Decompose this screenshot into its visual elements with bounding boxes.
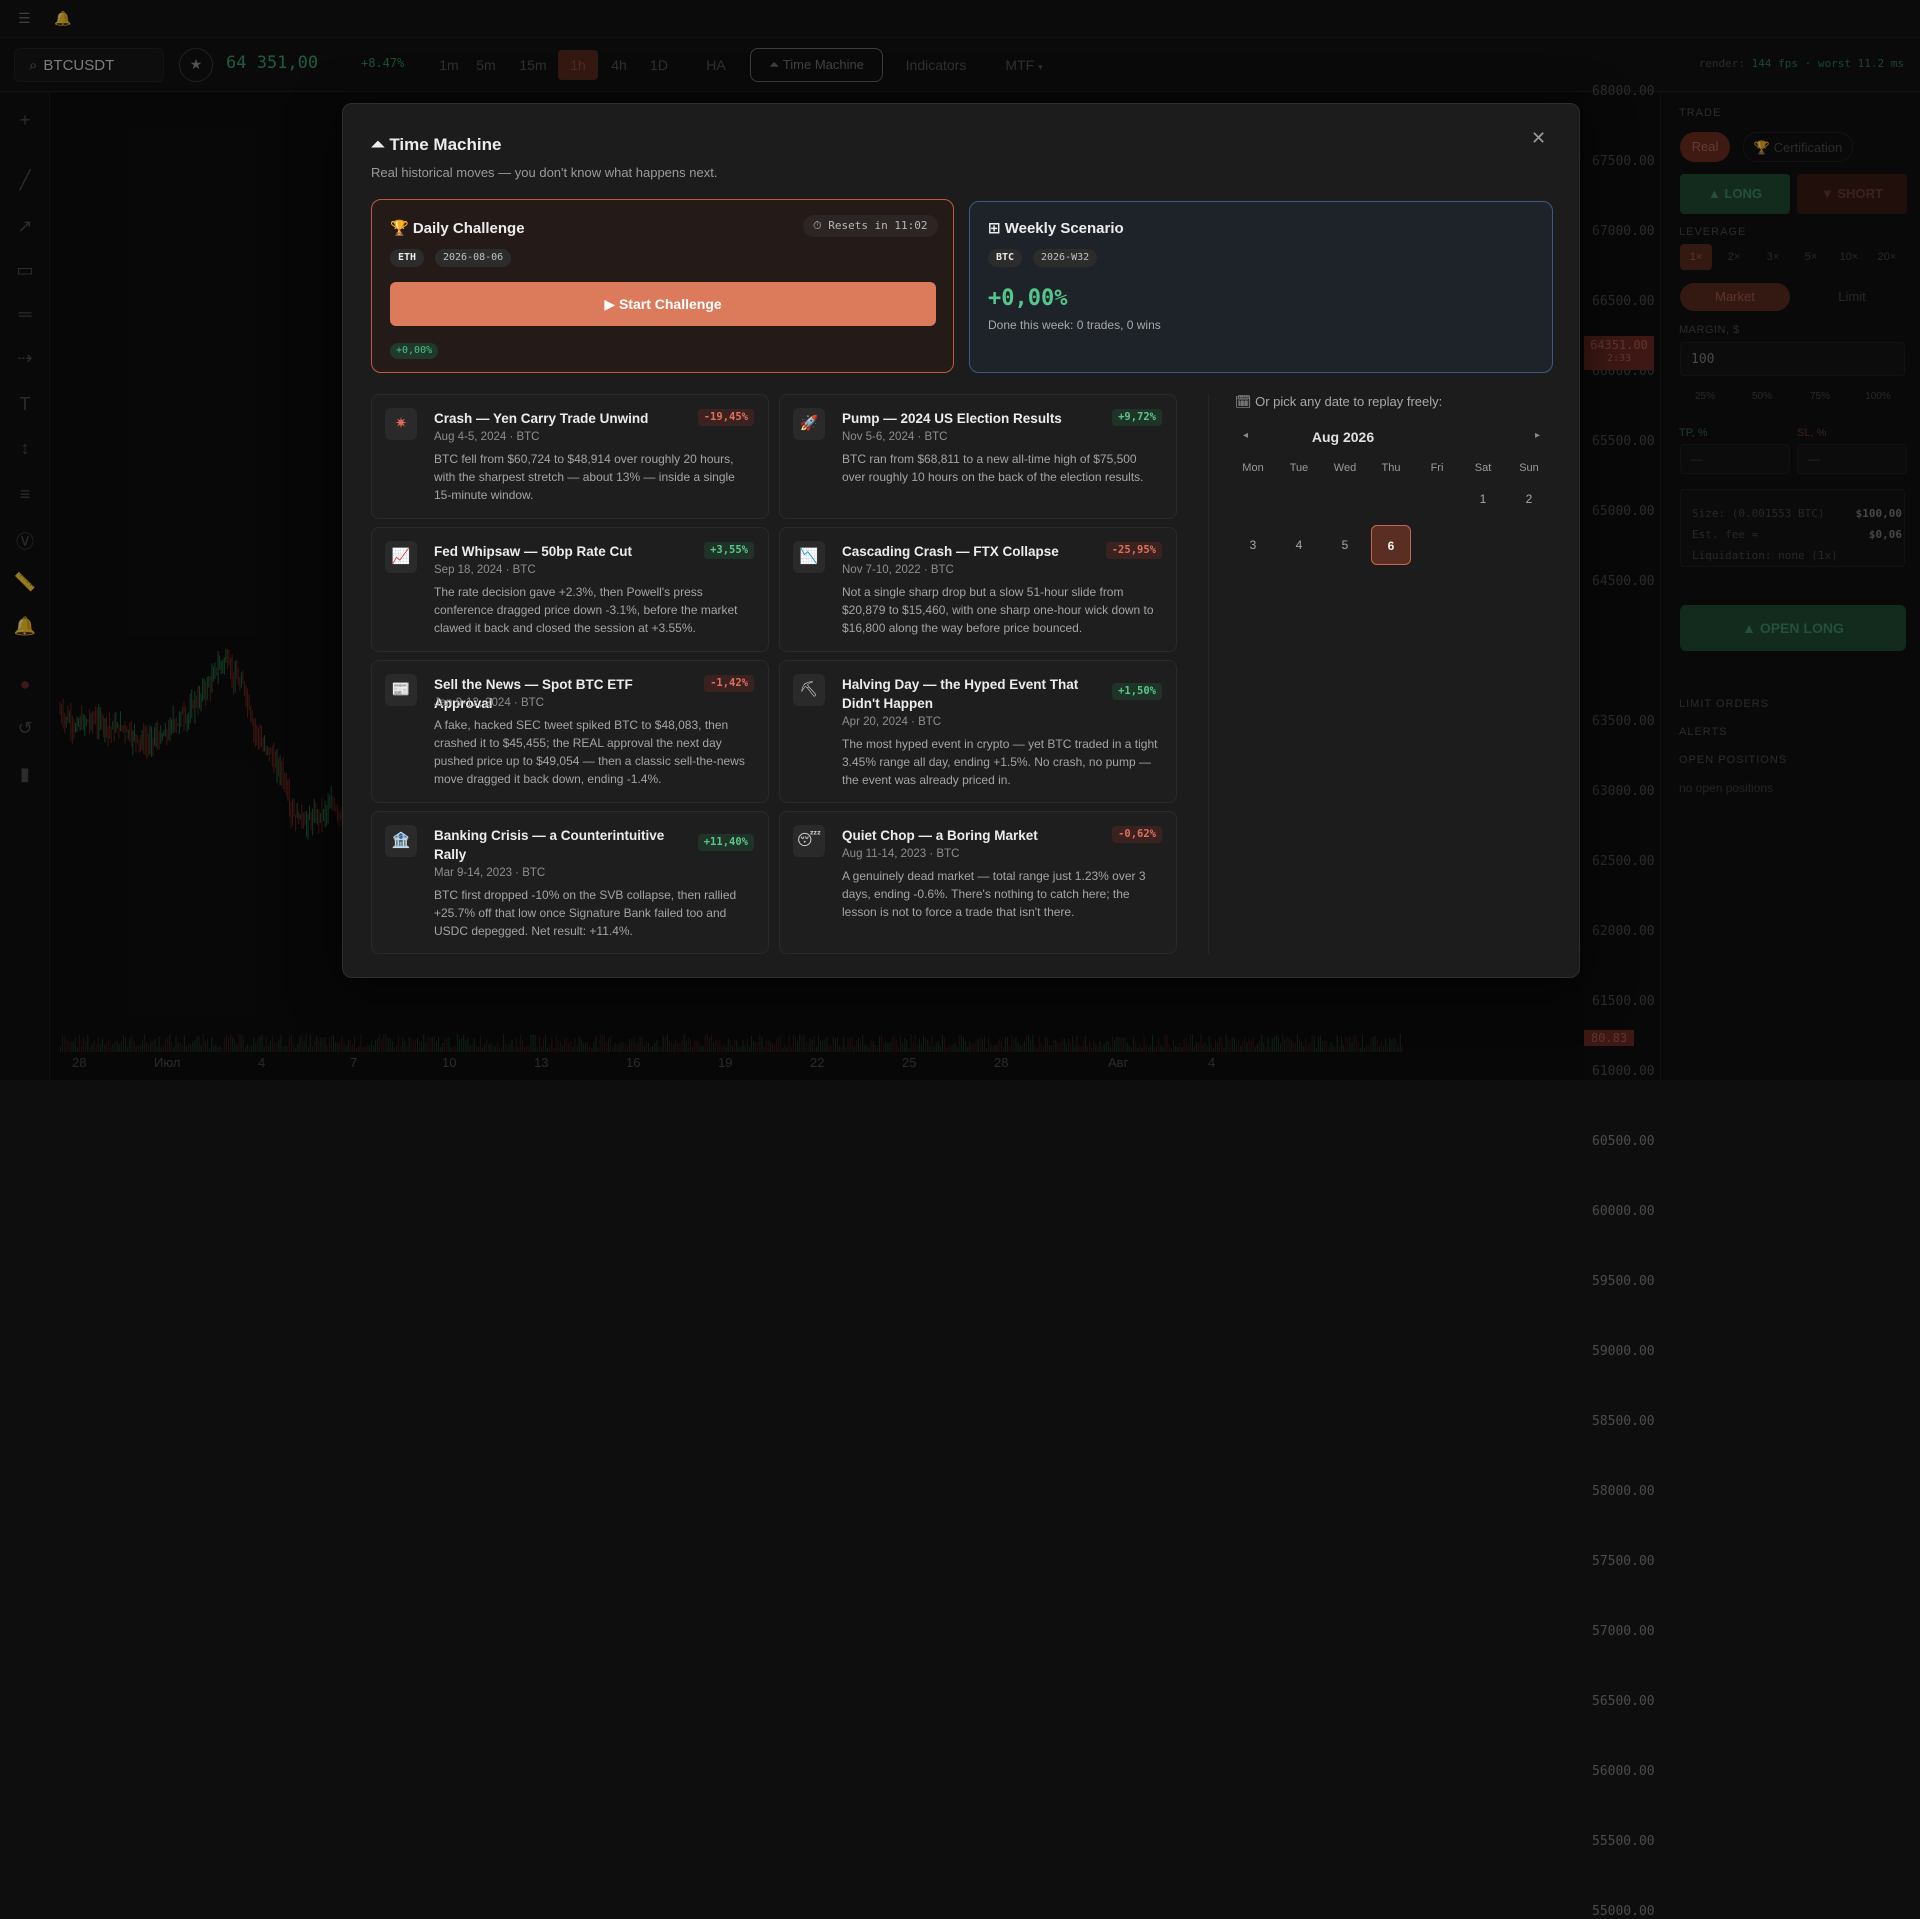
- daily-challenge-card: 🏆 Daily Challenge ⏱ Resets in 11:02 ETH …: [371, 199, 954, 373]
- scenario-card[interactable]: 📰 Sell the News — Spot BTC ETF Approval …: [371, 660, 769, 803]
- calendar-dow: Tue: [1289, 462, 1309, 474]
- scenario-meta: Apr 20, 2024 · BTC: [842, 716, 942, 728]
- price-axis-label: 56500.00: [1592, 1694, 1655, 1709]
- calendar-day[interactable]: 5: [1325, 525, 1365, 565]
- scenario-change: +1,50%: [1112, 683, 1162, 700]
- price-axis-label: 60000.00: [1592, 1204, 1655, 1219]
- price-axis-label: 55000.00: [1592, 1904, 1655, 1919]
- reset-timer-badge: ⏱ Resets in 11:02: [803, 215, 938, 237]
- calendar-dow: Sun: [1519, 462, 1539, 474]
- chart-up-icon: 📈: [385, 541, 417, 573]
- scenario-change: -25,95%: [1105, 542, 1162, 559]
- scenario-title: Fed Whipsaw — 50bp Rate Cut: [434, 544, 633, 559]
- scenario-title: Pump — 2024 US Election Results: [842, 411, 1062, 426]
- scenario-description: BTC ran from $68,811 to a new all-time h…: [842, 452, 1144, 484]
- scenario-change: +9,72%: [1112, 409, 1162, 426]
- price-axis-label: 57000.00: [1592, 1624, 1655, 1639]
- newspaper-icon: 📰: [385, 674, 417, 706]
- scenario-meta: Jan 9-12, 2024 · BTC: [434, 697, 544, 709]
- bank-icon: 🏦: [385, 825, 417, 857]
- price-axis-label: 55500.00: [1592, 1834, 1655, 1849]
- scenario-description: BTC fell from $60,724 to $48,914 over ro…: [434, 452, 735, 502]
- pickaxe-icon: ⛏: [793, 674, 825, 706]
- weekly-asset-tag: BTC: [988, 249, 1023, 267]
- scenario-description: The rate decision gave +2.3%, then Powel…: [434, 585, 738, 635]
- scenario-title: Banking Crisis — a Counterintuitive Rall…: [434, 828, 665, 862]
- price-axis-label: 60500.00: [1592, 1134, 1655, 1149]
- price-axis-label: 57500.00: [1592, 1554, 1655, 1569]
- start-challenge-button[interactable]: ▶ Start Challenge: [390, 282, 936, 326]
- calendar-next-icon[interactable]: ▸: [1535, 430, 1540, 441]
- scenario-title: Quiet Chop — a Boring Market: [842, 828, 1038, 843]
- scenario-change: -1,42%: [704, 675, 754, 692]
- weekly-scenario-card[interactable]: ⊞ Weekly Scenario BTC 2026-W32 +0,00% Do…: [969, 201, 1553, 373]
- calendar-day[interactable]: 3: [1233, 525, 1273, 565]
- scenario-meta: Aug 4-5, 2024 · BTC: [434, 431, 540, 443]
- price-axis-label: 59500.00: [1592, 1274, 1655, 1289]
- calendar-day-selected[interactable]: 6: [1371, 525, 1411, 565]
- scenario-change: -19,45%: [697, 409, 754, 426]
- calendar-dow: Sat: [1474, 462, 1492, 474]
- scenario-meta: Nov 7-10, 2022 · BTC: [842, 564, 954, 576]
- daily-asset-tag: ETH: [390, 249, 425, 267]
- scenario-description: A fake, hacked SEC tweet spiked BTC to $…: [434, 718, 745, 786]
- weekly-scenario-title: ⊞ Weekly Scenario: [988, 220, 1124, 237]
- modal-title: ⏶ Time Machine: [371, 135, 502, 154]
- scenario-meta: Sep 18, 2024 · BTC: [434, 564, 536, 576]
- weekly-change: +0,00%: [988, 286, 1068, 311]
- scenario-description: The most hyped event in crypto — yet BTC…: [842, 737, 1158, 787]
- scenario-meta: Nov 5-6, 2024 · BTC: [842, 431, 948, 443]
- calendar-dow: Wed: [1333, 462, 1357, 474]
- chart-down-icon: 📉: [793, 541, 825, 573]
- price-axis-label: 58500.00: [1592, 1414, 1655, 1429]
- scenario-card[interactable]: 📉 Cascading Crash — FTX Collapse -25,95%…: [779, 527, 1177, 652]
- calendar-month: Aug 2026: [1311, 429, 1375, 445]
- calendar-dow: Mon: [1242, 462, 1264, 474]
- calendar-dow: Fri: [1430, 462, 1444, 474]
- price-axis-label: 58000.00: [1592, 1484, 1655, 1499]
- daily-challenge-title: 🏆 Daily Challenge: [390, 220, 525, 237]
- price-axis-label: 56000.00: [1592, 1764, 1655, 1779]
- scenario-card[interactable]: ⛏ Halving Day — the Hyped Event That Did…: [779, 660, 1177, 803]
- scenario-meta: Mar 9-14, 2023 · BTC: [434, 867, 546, 879]
- column-divider: [1208, 394, 1209, 954]
- sleeping-face-icon: 😴: [793, 825, 825, 857]
- scenario-description: Not a single sharp drop but a slow 51-ho…: [842, 585, 1154, 635]
- daily-change-badge: +0,00%: [390, 343, 439, 359]
- rocket-icon: 🚀: [793, 408, 825, 440]
- scenario-card[interactable]: 🏦 Banking Crisis — a Counterintuitive Ra…: [371, 811, 769, 954]
- explosion-icon: ✷: [385, 408, 417, 440]
- scenario-description: A genuinely dead market — total range ju…: [842, 869, 1146, 919]
- scenario-card[interactable]: 🚀 Pump — 2024 US Election Results +9,72%…: [779, 394, 1177, 519]
- weekly-week-tag: 2026-W32: [1033, 249, 1098, 267]
- calendar-dow: Thu: [1381, 462, 1401, 474]
- scenario-description: BTC first dropped -10% on the SVB collap…: [434, 888, 737, 938]
- modal-subtitle: Real historical moves — you don't know w…: [371, 165, 718, 180]
- scenario-card[interactable]: 📈 Fed Whipsaw — 50bp Rate Cut +3,55% Sep…: [371, 527, 769, 652]
- daily-date-tag: 2026-08-06: [435, 249, 512, 267]
- close-icon[interactable]: ✕: [1531, 128, 1546, 149]
- calendar-day[interactable]: 2: [1509, 479, 1549, 519]
- scenario-title: Halving Day — the Hyped Event That Didn'…: [842, 677, 1079, 711]
- scenario-meta: Aug 11-14, 2023 · BTC: [842, 848, 960, 860]
- scenario-title: Crash — Yen Carry Trade Unwind: [434, 411, 649, 426]
- scenario-change: -0,62%: [1112, 826, 1162, 843]
- time-machine-modal: ⏶ Time Machine Real historical moves — y…: [342, 103, 1580, 978]
- calendar-heading: 🗓 Or pick any date to replay freely:: [1235, 394, 1443, 409]
- calendar-day[interactable]: 1: [1463, 479, 1503, 519]
- calendar-day[interactable]: 4: [1279, 525, 1319, 565]
- scenario-change: +3,55%: [704, 542, 754, 559]
- scenario-title: Cascading Crash — FTX Collapse: [842, 544, 1059, 559]
- price-axis-label: 59000.00: [1592, 1344, 1655, 1359]
- weekly-summary: Done this week: 0 trades, 0 wins: [988, 318, 1161, 332]
- scenario-change: +11,40%: [697, 834, 754, 851]
- scenario-card[interactable]: 😴 Quiet Chop — a Boring Market -0,62% Au…: [779, 811, 1177, 954]
- scenario-card[interactable]: ✷ Crash — Yen Carry Trade Unwind -19,45%…: [371, 394, 769, 519]
